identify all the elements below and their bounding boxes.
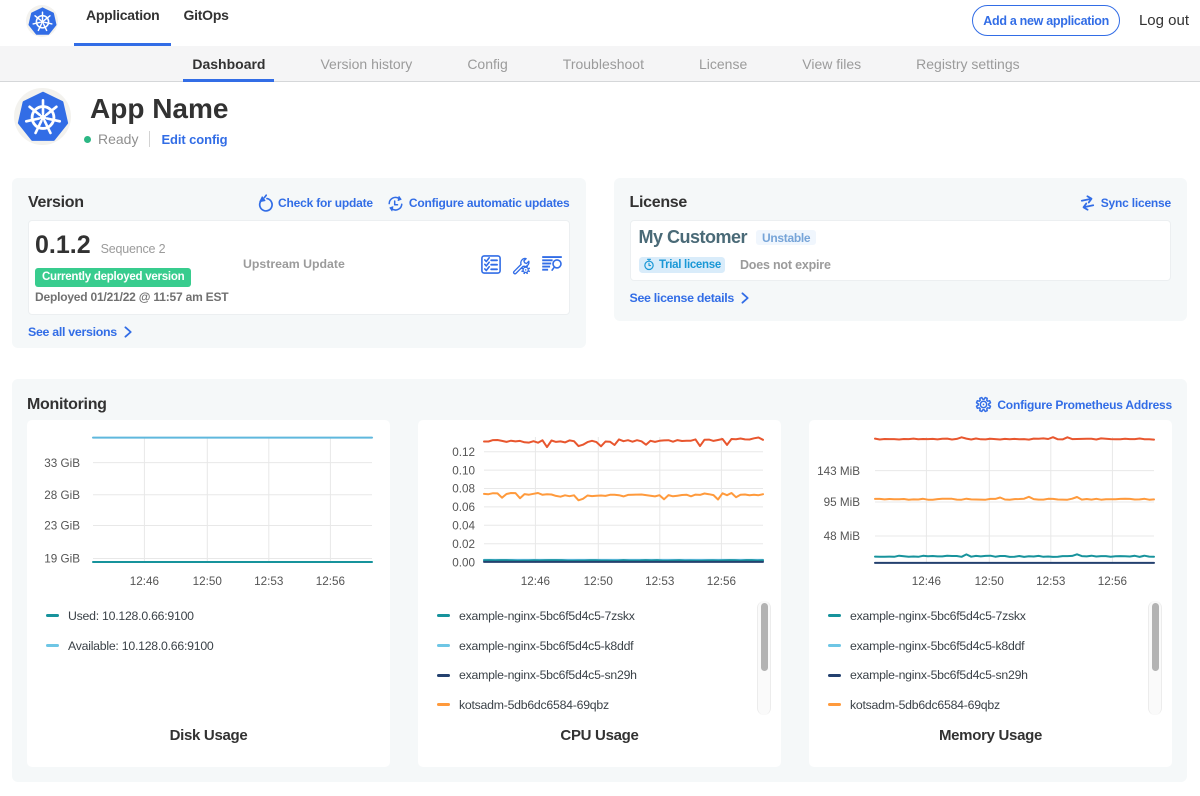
svg-text:23 GiB: 23 GiB [44,519,80,532]
svg-text:12:56: 12:56 [316,575,345,588]
svg-text:0.10: 0.10 [452,464,475,477]
svg-text:28 GiB: 28 GiB [44,488,80,501]
svg-text:0.08: 0.08 [452,482,475,495]
svg-text:48 MiB: 48 MiB [824,530,861,543]
svg-text:0.02: 0.02 [452,537,475,550]
svg-text:0.00: 0.00 [452,556,475,569]
svg-text:143 MiB: 143 MiB [817,464,860,477]
svg-text:33 GiB: 33 GiB [44,456,80,469]
svg-text:12:53: 12:53 [1036,575,1065,588]
svg-text:12:50: 12:50 [975,575,1005,588]
svg-text:12:53: 12:53 [645,575,674,588]
svg-text:12:53: 12:53 [254,575,283,588]
svg-text:12:50: 12:50 [584,575,614,588]
svg-text:12:46: 12:46 [521,575,550,588]
svg-text:12:56: 12:56 [1098,575,1127,588]
svg-text:95 MiB: 95 MiB [824,496,861,509]
svg-text:12:50: 12:50 [193,575,223,588]
svg-text:19 GiB: 19 GiB [44,552,80,565]
svg-text:0.06: 0.06 [452,501,475,514]
svg-text:0.12: 0.12 [452,445,475,458]
svg-text:12:56: 12:56 [707,575,736,588]
svg-text:12:46: 12:46 [130,575,159,588]
svg-text:0.04: 0.04 [452,519,475,532]
svg-text:12:46: 12:46 [912,575,941,588]
